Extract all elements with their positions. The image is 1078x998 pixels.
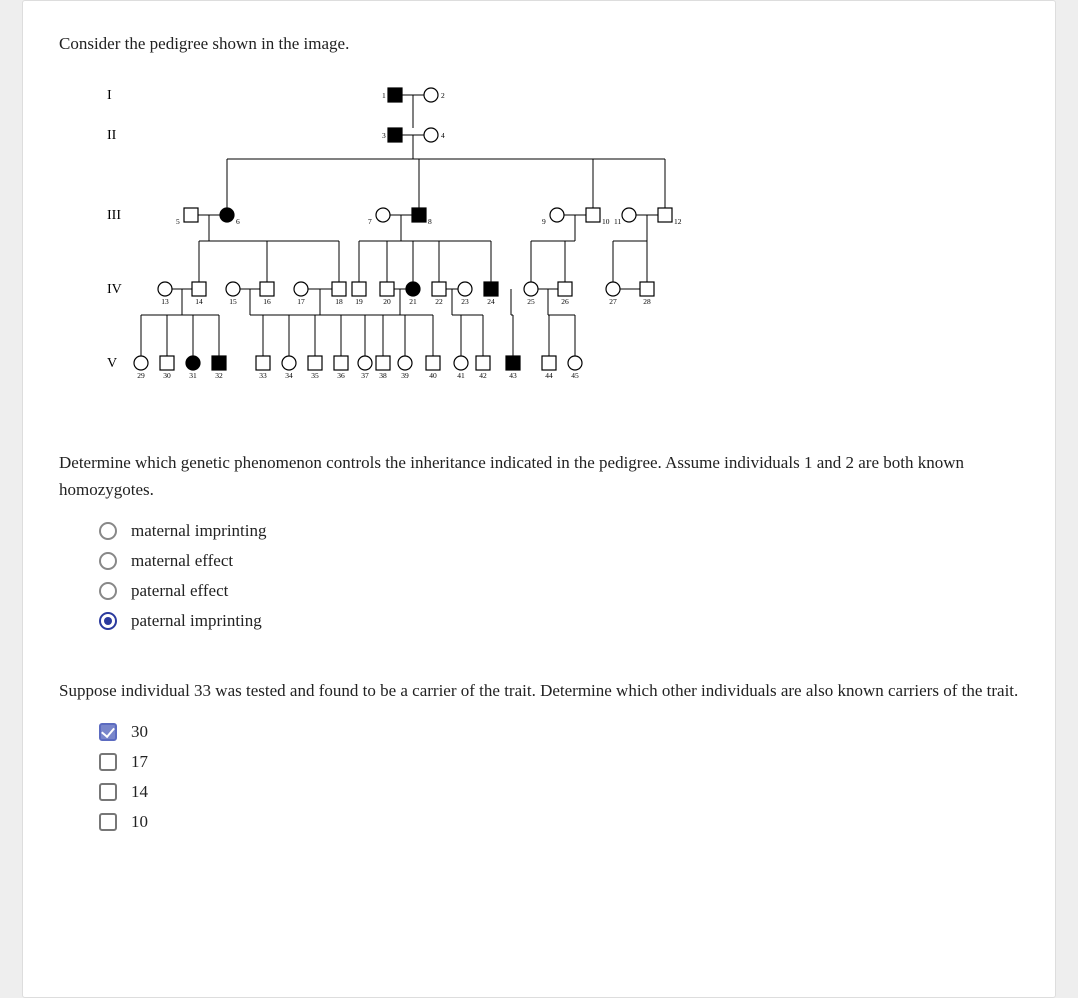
svg-text:40: 40	[429, 371, 437, 380]
svg-text:25: 25	[527, 297, 535, 306]
svg-text:21: 21	[409, 297, 417, 306]
svg-text:36: 36	[337, 371, 345, 380]
radio-label: paternal effect	[131, 581, 228, 601]
svg-text:33: 33	[259, 371, 267, 380]
question-2-text: Suppose individual 33 was tested and fou…	[59, 677, 1019, 704]
radio-option-3[interactable]: paternal imprinting	[99, 611, 1019, 631]
radio-label: paternal imprinting	[131, 611, 262, 631]
svg-text:45: 45	[571, 371, 579, 380]
svg-text:24: 24	[487, 297, 495, 306]
svg-text:3: 3	[382, 131, 386, 140]
checkbox-label: 10	[131, 812, 148, 832]
svg-text:37: 37	[361, 371, 369, 380]
question-1-options: maternal imprinting maternal effect patern…	[59, 521, 1019, 631]
svg-text:42: 42	[479, 371, 487, 380]
svg-text:17: 17	[297, 297, 305, 306]
svg-text:34: 34	[285, 371, 293, 380]
radio-option-0[interactable]: maternal imprinting	[99, 521, 1019, 541]
svg-text:28: 28	[643, 297, 651, 306]
svg-text:39: 39	[401, 371, 409, 380]
radio-label: maternal imprinting	[131, 521, 267, 541]
radio-option-1[interactable]: maternal effect	[99, 551, 1019, 571]
checkbox-indicator	[99, 783, 117, 801]
svg-text:I: I	[107, 88, 112, 103]
checkbox-label: 30	[131, 722, 148, 742]
svg-text:IV: IV	[107, 282, 122, 297]
svg-text:31: 31	[189, 371, 197, 380]
checkbox-label: 17	[131, 752, 148, 772]
radio-indicator	[99, 522, 117, 540]
svg-text:29: 29	[137, 371, 145, 380]
radio-label: maternal effect	[131, 551, 233, 571]
svg-text:23: 23	[461, 297, 469, 306]
svg-text:41: 41	[457, 371, 465, 380]
svg-text:27: 27	[609, 297, 617, 306]
svg-text:II: II	[107, 128, 117, 143]
svg-text:43: 43	[509, 371, 517, 380]
radio-option-2[interactable]: paternal effect	[99, 581, 1019, 601]
svg-text:44: 44	[545, 371, 553, 380]
svg-text:32: 32	[215, 371, 223, 380]
svg-text:38: 38	[379, 371, 387, 380]
svg-text:22: 22	[435, 297, 443, 306]
svg-text:III: III	[107, 208, 121, 223]
svg-text:V: V	[107, 356, 117, 371]
svg-text:11: 11	[614, 217, 621, 226]
radio-indicator	[99, 612, 117, 630]
svg-text:30: 30	[163, 371, 171, 380]
checkbox-option-0[interactable]: 30	[99, 722, 1019, 742]
svg-text:6: 6	[236, 217, 240, 226]
svg-text:9: 9	[542, 217, 546, 226]
svg-text:19: 19	[355, 297, 363, 306]
svg-text:8: 8	[428, 217, 432, 226]
svg-text:13: 13	[161, 297, 169, 306]
svg-text:5: 5	[176, 217, 180, 226]
prompt-text: Consider the pedigree shown in the image…	[59, 31, 1019, 57]
checkbox-option-1[interactable]: 17	[99, 752, 1019, 772]
svg-text:35: 35	[311, 371, 319, 380]
checkbox-indicator	[99, 753, 117, 771]
svg-text:7: 7	[368, 217, 372, 226]
question-1-text: Determine which genetic phenomenon contr…	[59, 449, 1019, 503]
checkbox-indicator	[99, 723, 117, 741]
svg-text:15: 15	[229, 297, 237, 306]
svg-text:10: 10	[602, 217, 610, 226]
svg-text:1: 1	[382, 91, 386, 100]
svg-text:18: 18	[335, 297, 343, 306]
checkbox-option-3[interactable]: 10	[99, 812, 1019, 832]
question-card: Consider the pedigree shown in the image…	[22, 0, 1056, 998]
checkbox-option-2[interactable]: 14	[99, 782, 1019, 802]
svg-text:2: 2	[441, 91, 445, 100]
svg-text:26: 26	[561, 297, 569, 306]
svg-text:12: 12	[674, 217, 682, 226]
svg-text:16: 16	[263, 297, 271, 306]
question-2-options: 30 17 14 10	[59, 722, 1019, 832]
svg-text:4: 4	[441, 131, 445, 140]
checkbox-indicator	[99, 813, 117, 831]
radio-indicator	[99, 552, 117, 570]
checkbox-label: 14	[131, 782, 148, 802]
svg-text:20: 20	[383, 297, 391, 306]
pedigree-diagram: IIIIIIIVV1234567891011121314151617181920…	[59, 73, 1019, 415]
svg-text:14: 14	[195, 297, 203, 306]
radio-indicator	[99, 582, 117, 600]
